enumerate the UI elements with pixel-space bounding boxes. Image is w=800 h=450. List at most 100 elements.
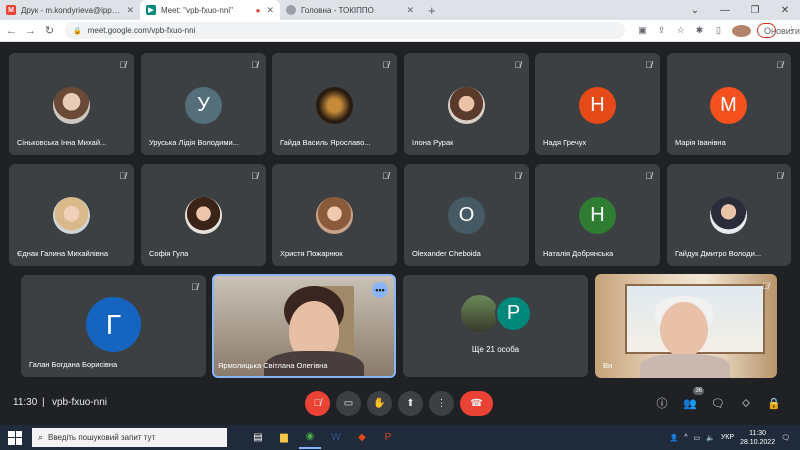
clock[interactable]: 11:30 28.10.2022	[740, 429, 775, 447]
lock-person-icon: 🔒	[767, 397, 781, 410]
participant-tile[interactable]: М 🎙̸ Марія Іванівна	[667, 53, 791, 155]
tab-title: Головна - ТОКІППО	[301, 5, 374, 15]
powerpoint-icon[interactable]: P	[377, 427, 399, 449]
participant-name: Христя Пожарнюк	[280, 249, 343, 258]
sidebar-icon[interactable]: ▯	[709, 25, 728, 36]
forward-icon[interactable]: →	[23, 25, 38, 37]
extensions-icon[interactable]: ✱	[690, 25, 709, 36]
avatar: Н	[579, 87, 616, 124]
people-icon: 👥	[683, 397, 697, 410]
more-options-icon[interactable]: •••	[372, 282, 388, 298]
raise-hand-button[interactable]: ✋	[367, 391, 392, 416]
paint-icon[interactable]: ◆	[351, 427, 373, 449]
globe-icon	[286, 5, 296, 15]
participant-tile[interactable]: 🎙̸ Софія Гула	[141, 164, 266, 266]
maximize-icon[interactable]: ❐	[740, 0, 770, 20]
clock-time: 11:30	[749, 429, 767, 437]
address-bar: ← → ↻ 🔒 meet.google.com/vpb-fxuo-nni ▣ ⇪…	[0, 20, 800, 42]
profile-avatar[interactable]	[732, 24, 751, 37]
speaker-icon[interactable]: 🔈	[706, 434, 715, 442]
avatar	[710, 197, 747, 234]
participant-name: Надя Гречух	[543, 138, 587, 147]
participant-tile[interactable]: У 🎙̸ Уруська Лідія Володими...	[141, 53, 266, 155]
avatar: Н	[579, 197, 616, 234]
close-tab-icon[interactable]: ✕	[406, 5, 414, 16]
camera-toggle-button[interactable]: ▭	[336, 391, 361, 416]
avatar: Г	[86, 297, 141, 352]
task-view-icon[interactable]: ▤	[247, 427, 269, 449]
taskbar-search-input[interactable]: ⌕ Введіть пошуковий запит тут	[32, 428, 227, 447]
activities-button[interactable]: ⬦	[736, 393, 756, 413]
meeting-details-button[interactable]: ⓘ	[652, 393, 672, 413]
active-speaker-tile[interactable]: ••• Ярмолицька Світлана Олегівна	[212, 274, 396, 378]
participant-tile[interactable]: 🎙̸ Христя Пожарнюк	[272, 164, 397, 266]
notification-icon[interactable]: 🗨	[781, 434, 790, 442]
mic-off-icon: 🎙̸	[251, 60, 258, 70]
participant-tile[interactable]: 🎙̸ Ілона Рурак	[404, 53, 529, 155]
chevron-down-icon[interactable]: ⌄	[680, 0, 710, 20]
back-icon[interactable]: ←	[4, 25, 19, 37]
present-icon: ⬆	[406, 398, 415, 409]
mic-off-icon: 🎙̸	[251, 171, 258, 181]
reload-icon[interactable]: ↻	[42, 24, 57, 37]
tab-gmail[interactable]: M Друк - m.kondyrieva@ippo.edu ✕	[0, 0, 140, 20]
close-tab-icon[interactable]: ✕	[126, 5, 134, 16]
present-button[interactable]: ⬆	[398, 391, 423, 416]
meeting-time: 11:30	[13, 397, 38, 408]
participant-name: Гайдук Дмитро Володи...	[675, 249, 762, 258]
windows-start-icon[interactable]	[8, 430, 22, 445]
participant-tile[interactable]: Г 🎙̸ Галан Богдана Борисівна	[21, 275, 206, 377]
participant-tile[interactable]: 🎙̸ Гайдук Дмитро Володи...	[667, 164, 791, 266]
participant-tile[interactable]: 🎙̸ Сіньковська Інна Михай...	[9, 53, 134, 155]
participant-name: Марія Іванівна	[675, 138, 726, 147]
info-icon: ⓘ	[656, 398, 668, 410]
participant-tile[interactable]: O 🎙̸ Olexander Cheboida	[404, 164, 529, 266]
people-button[interactable]: 👥 36	[680, 387, 704, 413]
participant-tile[interactable]: 🎙̸ Єднак Галина Михайлівна	[9, 164, 134, 266]
tab-tokippo[interactable]: Головна - ТОКІППО ✕	[280, 0, 420, 20]
mic-off-icon: 🎙̸	[119, 60, 126, 70]
chat-button[interactable]: 🗨	[708, 393, 728, 413]
leave-call-button[interactable]: ☎	[460, 391, 493, 416]
clock-date: 28.10.2022	[740, 438, 776, 446]
participant-name: Уруська Лідія Володими...	[149, 138, 239, 147]
mic-off-icon: 🎙̸	[382, 171, 389, 181]
star-icon[interactable]: ☆	[671, 25, 690, 36]
word-icon[interactable]: W	[325, 427, 347, 449]
minimize-icon[interactable]: —	[710, 0, 740, 20]
chrome-icon[interactable]: ◉	[299, 427, 321, 449]
participant-tile[interactable]: 🎙̸ Гайда Василь Ярославо...	[272, 53, 397, 155]
others-tile[interactable]: P Ще 21 особа	[403, 275, 588, 377]
update-button[interactable]: Оновити ⋮	[757, 23, 800, 38]
new-tab-button[interactable]: +	[420, 0, 444, 20]
participant-name: Галан Богдана Борисівна	[29, 360, 118, 369]
system-tray: 👤 ^ ▭ 🔈 УКР 11:30 28.10.2022 🗨	[670, 425, 791, 450]
avatar: У	[185, 87, 222, 124]
avatar	[53, 87, 90, 124]
language-indicator[interactable]: УКР	[721, 434, 734, 441]
more-options-button[interactable]: ⋮	[429, 391, 454, 416]
self-tile[interactable]: 🎙̸ Ви	[595, 274, 777, 378]
participant-tile[interactable]: Н 🎙̸ Надя Гречух	[535, 53, 660, 155]
people-icon[interactable]: 👤	[670, 434, 679, 442]
tab-meet[interactable]: ▶ Meet: "vpb-fxuo-nni" ● ✕	[140, 0, 280, 20]
camera-icon[interactable]: ▣	[633, 25, 652, 36]
chat-icon: 🗨	[711, 397, 725, 410]
close-tab-icon[interactable]: ✕	[266, 5, 274, 16]
participant-name: Сіньковська Інна Михай...	[17, 138, 107, 147]
lock-icon: 🔒	[73, 27, 82, 35]
participant-name: Софія Гула	[149, 249, 189, 258]
network-icon[interactable]: ▭	[694, 434, 701, 442]
mic-off-icon: 🎙̸	[191, 282, 198, 292]
share-icon[interactable]: ⇪	[652, 25, 671, 36]
file-explorer-icon[interactable]: ▆	[273, 427, 295, 449]
host-controls-button[interactable]: 🔒	[764, 393, 784, 413]
search-placeholder: Введіть пошуковий запит тут	[48, 433, 156, 442]
close-window-icon[interactable]: ✕	[770, 0, 800, 20]
mic-toggle-button[interactable]: 🎙̸	[305, 391, 330, 416]
participant-tile[interactable]: Н 🎙̸ Наталія Добрянська	[535, 164, 660, 266]
screen: { "browser": { "tabs": [ {"title": "Друк…	[0, 0, 800, 450]
url-input[interactable]: 🔒 meet.google.com/vpb-fxuo-nni	[65, 22, 625, 39]
phone-hangup-icon: ☎	[470, 398, 483, 409]
chevron-up-icon[interactable]: ^	[684, 434, 687, 441]
